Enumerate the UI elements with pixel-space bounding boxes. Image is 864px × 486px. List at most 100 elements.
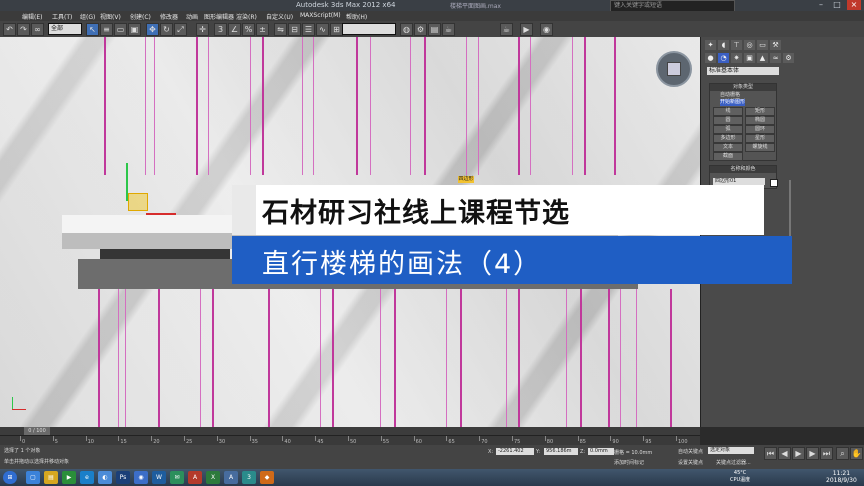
app-icon[interactable]: ◆ <box>260 471 274 484</box>
window-crossing-icon[interactable]: ▣ <box>128 23 141 36</box>
select-by-name-icon[interactable]: ≡ <box>100 23 113 36</box>
menu-customize[interactable]: 自定义(U) <box>266 12 293 21</box>
select-object-icon[interactable]: ↖ <box>86 23 99 36</box>
setkey-button[interactable]: 设置关键点 <box>678 459 703 466</box>
key-mode-select[interactable]: 选定对象 <box>708 447 754 454</box>
rect-selection-icon[interactable]: ▭ <box>114 23 127 36</box>
pdf-icon[interactable]: A <box>188 471 202 484</box>
arc-button[interactable]: 弧 <box>713 125 743 134</box>
motion-tab-icon[interactable]: ◎ <box>744 40 755 50</box>
link-icon[interactable]: ∞ <box>31 23 44 36</box>
folder-icon[interactable]: ▤ <box>44 471 58 484</box>
key-filters-button[interactable]: 关键点过滤器... <box>716 459 751 466</box>
helpers-icon[interactable]: ▲ <box>757 53 768 63</box>
object-color-swatch[interactable] <box>770 179 778 187</box>
spacewarps-icon[interactable]: ≈ <box>770 53 781 63</box>
hierarchy-tab-icon[interactable]: ⊤ <box>731 40 742 50</box>
angle-snap-icon[interactable]: ∠ <box>228 23 241 36</box>
curve-editor-icon[interactable]: ∿ <box>316 23 329 36</box>
excel-icon[interactable]: X <box>206 471 220 484</box>
line-button[interactable]: 线 <box>713 107 743 116</box>
snap-toggle-icon[interactable]: 3 <box>214 23 227 36</box>
ie-icon[interactable]: ◉ <box>134 471 148 484</box>
undo-icon[interactable]: ↶ <box>3 23 16 36</box>
display-tab-icon[interactable]: ▭ <box>757 40 768 50</box>
rollout-title[interactable]: 名称和颜色 <box>710 166 776 173</box>
systems-icon[interactable]: ⚙ <box>783 53 794 63</box>
menu-help[interactable]: 帮助(H) <box>346 12 367 21</box>
start-button-icon[interactable]: ⊞ <box>3 471 17 484</box>
y-coord-field[interactable]: 956.186m <box>544 448 578 455</box>
viewcube-face[interactable] <box>667 62 681 76</box>
ellipse-button[interactable]: 椭圆 <box>745 116 775 125</box>
wechat-icon[interactable]: ✉ <box>170 471 184 484</box>
gizmo-plane-handle[interactable] <box>128 193 148 211</box>
rotate-icon[interactable]: ↻ <box>160 23 173 36</box>
shapes-icon[interactable]: ◔ <box>718 53 729 63</box>
menu-animation[interactable]: 动画 <box>186 12 198 21</box>
donut-button[interactable]: 圆环 <box>745 125 775 134</box>
3dsmax-icon[interactable]: 3 <box>242 471 256 484</box>
autocad-icon[interactable]: A <box>224 471 238 484</box>
time-slider[interactable]: 0 / 100 <box>0 427 700 435</box>
render-icon[interactable]: ☕ <box>442 23 455 36</box>
z-coord-field[interactable]: 0.0mm <box>588 448 614 455</box>
menu-views[interactable]: 视图(V) <box>100 12 121 21</box>
modify-tab-icon[interactable]: ◖ <box>718 40 729 50</box>
pan-icon[interactable]: ✋ <box>850 447 863 460</box>
category-select[interactable]: 标准基本体 <box>707 67 779 75</box>
create-tab-icon[interactable]: ✦ <box>705 40 716 50</box>
zoom-icon[interactable]: ⌕ <box>836 447 849 460</box>
star-button[interactable]: 星形 <box>745 134 775 143</box>
time-slider-knob[interactable]: 0 / 100 <box>24 427 50 435</box>
scale-icon[interactable]: ⤢ <box>174 23 187 36</box>
menu-tools[interactable]: 工具(T) <box>52 12 72 21</box>
geometry-icon[interactable]: ● <box>705 53 716 63</box>
circle-button[interactable]: 圆 <box>713 116 743 125</box>
autogrid-checkbox[interactable]: 自动栅格 <box>720 92 740 99</box>
explorer-icon[interactable]: ▢ <box>26 471 40 484</box>
menu-edit[interactable]: 编辑(E) <box>22 12 42 21</box>
start-new-shape-checkbox[interactable]: 开始新图形 <box>720 99 746 106</box>
play-icon[interactable]: ▶ <box>792 447 805 460</box>
redo-icon[interactable]: ↷ <box>17 23 30 36</box>
minimize-icon[interactable]: – <box>814 0 828 10</box>
rendered-frame-icon[interactable]: ▤ <box>428 23 441 36</box>
section-button[interactable]: 截面 <box>713 152 743 161</box>
goto-end-icon[interactable]: ⏭ <box>820 447 833 460</box>
autokey-button[interactable]: 自动关键点 <box>678 448 703 455</box>
viewcube-icon[interactable] <box>656 51 692 87</box>
menu-maxscript[interactable]: MAXScript(M) <box>300 12 341 19</box>
named-selection-set[interactable] <box>342 23 396 35</box>
mirror-icon[interactable]: ⇋ <box>274 23 287 36</box>
rollout-title[interactable]: 对象类型 <box>710 84 776 91</box>
teapot-render-icon[interactable]: ☕ <box>500 23 513 36</box>
next-frame-icon[interactable]: ▶ <box>806 447 819 460</box>
gizmo-x-axis[interactable] <box>146 213 176 215</box>
selection-filter-select[interactable]: 全部 <box>48 23 82 35</box>
close-icon[interactable]: × <box>847 0 861 10</box>
photoshop-icon[interactable]: Ps <box>116 471 130 484</box>
media-icon[interactable]: ▶ <box>62 471 76 484</box>
qq-icon[interactable]: ◐ <box>98 471 112 484</box>
menu-modifiers[interactable]: 修改器 <box>160 12 178 21</box>
utilities-tab-icon[interactable]: ⚒ <box>770 40 781 50</box>
ngon-button[interactable]: 多边形 <box>713 134 743 143</box>
object-name-input[interactable]: 四边形01 <box>713 178 765 185</box>
render-active-icon[interactable]: ◉ <box>540 23 553 36</box>
move-icon[interactable]: ✥ <box>146 23 159 36</box>
menu-graph-editors[interactable]: 图形编辑器 <box>204 12 234 21</box>
cameras-icon[interactable]: ▣ <box>744 53 755 63</box>
pivot-icon[interactable]: ✛ <box>196 23 209 36</box>
percent-snap-icon[interactable]: % <box>242 23 255 36</box>
rectangle-button[interactable]: 矩形 <box>745 107 775 116</box>
menu-create[interactable]: 创建(C) <box>130 12 151 21</box>
lights-icon[interactable]: ✷ <box>731 53 742 63</box>
material-editor-icon[interactable]: ◍ <box>400 23 413 36</box>
layer-manager-icon[interactable]: ☰ <box>302 23 315 36</box>
system-clock[interactable]: 11:21 2018/9/30 <box>826 470 857 484</box>
add-time-tag[interactable]: 添加时间标记 <box>614 459 644 466</box>
goto-start-icon[interactable]: ⏮ <box>764 447 777 460</box>
spinner-snap-icon[interactable]: ± <box>256 23 269 36</box>
word-icon[interactable]: W <box>152 471 166 484</box>
